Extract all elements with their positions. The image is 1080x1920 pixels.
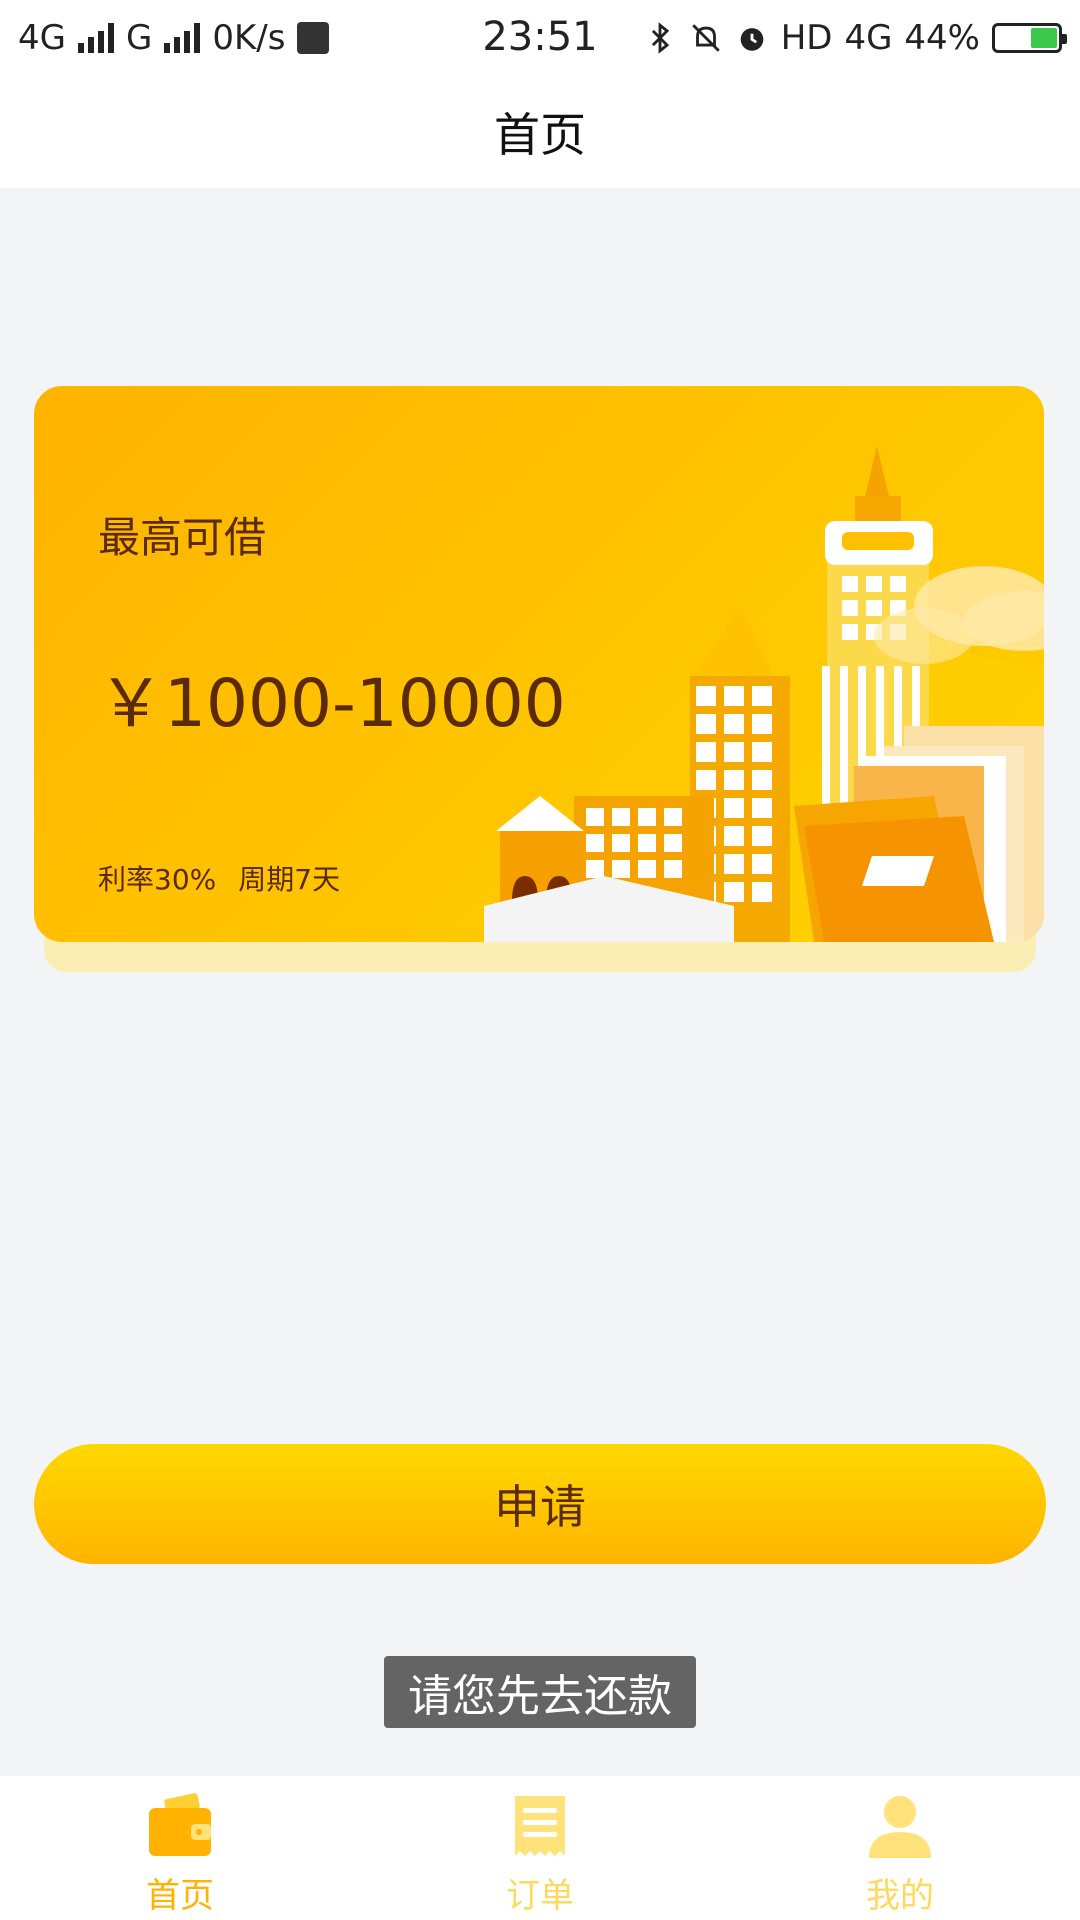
signal-icon-2	[164, 23, 201, 53]
alarm-icon	[740, 28, 764, 51]
status-bar: 4G G 0K/s 23:51 HD 4G 44%	[0, 0, 1080, 76]
loan-terms: 利率30% 周期7天	[98, 858, 340, 898]
loan-period: 周期7天	[238, 863, 341, 896]
hd-label: HD	[780, 18, 833, 58]
apply-button[interactable]: 申请	[34, 1444, 1046, 1564]
status-left: 4G G 0K/s	[18, 18, 330, 58]
nav-item-profile[interactable]: 我的	[720, 1776, 1080, 1920]
loan-rate: 利率30%	[98, 863, 217, 896]
app-notification-icon	[297, 22, 330, 54]
battery-fill	[1031, 28, 1057, 48]
toast-message: 请您先去还款	[384, 1656, 696, 1728]
bottom-nav: 首页 订单 我的	[0, 1776, 1080, 1920]
network-label-2: G	[125, 18, 153, 58]
network-speed: 0K/s	[212, 18, 286, 58]
nav-item-orders[interactable]: 订单	[360, 1776, 720, 1920]
silent-icon	[691, 24, 720, 52]
loan-card[interactable]: 最高可借 ￥1000-10000 利率30% 周期7天	[34, 386, 1044, 942]
loan-amount: ￥1000-10000	[98, 665, 566, 742]
network-label-1: 4G	[18, 18, 66, 58]
battery-percent: 44%	[904, 18, 980, 58]
status-right: HD 4G 44%	[643, 18, 1067, 58]
nav-label-orders: 订单	[506, 1876, 574, 1916]
network-label-3: 4G	[844, 18, 893, 58]
signal-icon	[77, 23, 114, 53]
nav-label-home: 首页	[146, 1876, 214, 1916]
page-title: 首页	[494, 108, 586, 162]
header: 首页	[0, 76, 1080, 188]
user-icon	[869, 1796, 931, 1858]
battery-icon	[992, 23, 1067, 53]
bluetooth-icon	[651, 22, 669, 54]
card-label: 最高可借	[98, 513, 267, 562]
receipt-icon	[515, 1796, 565, 1856]
wallet-icon	[149, 1793, 211, 1856]
nav-item-home[interactable]: 首页	[0, 1776, 360, 1920]
nav-label-profile: 我的	[866, 1876, 934, 1916]
